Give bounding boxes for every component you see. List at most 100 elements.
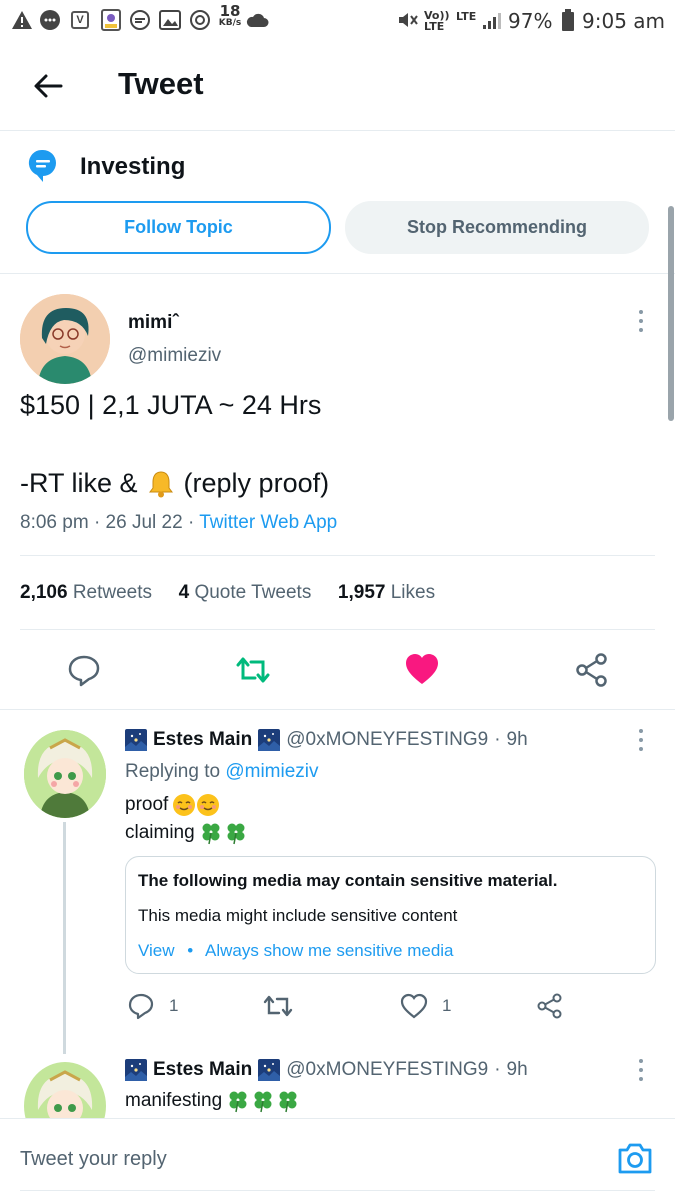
replying-to: Replying to @mimieziv bbox=[125, 761, 319, 783]
page-title: Tweet bbox=[118, 66, 204, 101]
reply-input[interactable]: Tweet your reply bbox=[20, 1148, 167, 1171]
replying-to-handle[interactable]: @mimieziv bbox=[225, 761, 318, 782]
share-icon bbox=[576, 653, 607, 687]
app-badge-icon bbox=[98, 8, 124, 32]
topic-icon bbox=[28, 148, 58, 184]
reply-more-icon[interactable] bbox=[638, 1059, 644, 1081]
topic-divider bbox=[0, 273, 675, 274]
likes-stat[interactable]: 1,957 Likes bbox=[338, 582, 435, 603]
scrollbar-thumb[interactable] bbox=[668, 206, 674, 421]
tweet-author-handle[interactable]: @mimieziv bbox=[128, 345, 221, 367]
tweet-stats-divider bbox=[20, 629, 655, 630]
reply-action-like[interactable]: 1 bbox=[400, 993, 451, 1019]
header-divider bbox=[0, 130, 675, 131]
message-icon bbox=[128, 8, 152, 32]
v-app-icon: V bbox=[68, 8, 92, 32]
chat-bubble-icon bbox=[38, 8, 62, 32]
quotes-stat[interactable]: 4 Quote Tweets bbox=[179, 582, 312, 603]
reply-age: 9h bbox=[506, 1059, 528, 1080]
reply-header: Estes Main @0xMONEYFESTING9 · 9h bbox=[125, 1059, 528, 1081]
always-show-sensitive-link[interactable]: Always show me sensitive media bbox=[205, 941, 453, 960]
reply-button[interactable] bbox=[66, 652, 102, 688]
lte-indicator: LTE bbox=[456, 10, 477, 23]
warning-icon bbox=[10, 8, 34, 32]
battery-percent: 97% bbox=[508, 9, 553, 33]
four-leaf-clover-emoji-icon bbox=[202, 823, 245, 845]
reply-action-retweet[interactable] bbox=[262, 992, 294, 1025]
reply-action-reply[interactable]: 1 bbox=[127, 992, 178, 1020]
view-sensitive-link[interactable]: View bbox=[138, 941, 175, 960]
reply-icon bbox=[68, 655, 100, 687]
reply-avatar[interactable] bbox=[24, 1062, 106, 1118]
topic-name: Investing bbox=[80, 153, 186, 180]
quotes-label: Quote Tweets bbox=[194, 582, 312, 603]
heart-filled-icon bbox=[406, 654, 438, 684]
status-bar: V 18 KB/s Vo)) LTE LTE 97% 9:05 am bbox=[0, 0, 675, 44]
tweet-author-name[interactable]: mimiˆ bbox=[128, 312, 179, 334]
heart-outline-icon bbox=[400, 993, 428, 1019]
action-bar-divider bbox=[0, 709, 675, 710]
tweet-text-line1: $150 | 2,1 JUTA ~ 24 Hrs bbox=[20, 390, 322, 420]
reply-text-line1: proof bbox=[125, 793, 220, 817]
retweet-icon bbox=[263, 995, 293, 1017]
tweet-time: 8:06 pm bbox=[20, 512, 89, 533]
reply-age: 9h bbox=[506, 729, 528, 750]
relieved-face-emoji-icon bbox=[173, 794, 220, 816]
replying-to-label: Replying to bbox=[125, 761, 221, 782]
tweet-meta: 8:06 pm · 26 Jul 22 · Twitter Web App bbox=[20, 512, 338, 533]
reply-text-proof: proof bbox=[125, 794, 169, 815]
clock: 9:05 am bbox=[582, 9, 666, 33]
back-button[interactable] bbox=[28, 68, 68, 104]
tweet-stats: 2,106 Retweets 4 Quote Tweets 1,957 Like… bbox=[20, 582, 435, 604]
retweet-button[interactable] bbox=[234, 652, 272, 688]
retweets-stat[interactable]: 2,106 Retweets bbox=[20, 582, 152, 603]
retweet-icon bbox=[236, 657, 270, 683]
back-arrow-icon bbox=[34, 74, 63, 98]
bell-emoji-icon bbox=[148, 470, 173, 497]
share-button[interactable] bbox=[574, 652, 610, 688]
reply-icon bbox=[128, 993, 154, 1020]
camera-button[interactable] bbox=[616, 1140, 654, 1176]
signal-icon bbox=[480, 8, 504, 32]
likes-count: 1,957 bbox=[337, 582, 386, 603]
tweet-meta-divider bbox=[20, 555, 655, 556]
sensitive-title: The following media may contain sensitiv… bbox=[138, 871, 558, 890]
four-leaf-clover-emoji-icon bbox=[229, 1091, 297, 1113]
tweet-date: 26 Jul 22 bbox=[105, 512, 183, 533]
volte-indicator: Vo)) LTE bbox=[424, 9, 450, 33]
reply-more-icon[interactable] bbox=[638, 729, 644, 751]
battery-icon bbox=[558, 8, 578, 32]
tweet-more-icon[interactable] bbox=[638, 310, 644, 332]
stop-recommending-button[interactable]: Stop Recommending bbox=[345, 201, 649, 254]
sensitive-media-card: The following media may contain sensitiv… bbox=[125, 856, 656, 974]
retweets-count: 2,106 bbox=[20, 582, 68, 603]
share-icon bbox=[537, 993, 562, 1019]
like-count: 1 bbox=[442, 996, 452, 1015]
reply-action-share[interactable] bbox=[536, 992, 564, 1025]
image-icon bbox=[158, 8, 182, 32]
follow-topic-button[interactable]: Follow Topic bbox=[26, 201, 331, 254]
avatar[interactable] bbox=[20, 294, 110, 384]
reply-author-name[interactable]: Estes Main bbox=[153, 1059, 252, 1081]
reply-author-handle[interactable]: @0xMONEYFESTING9 bbox=[286, 729, 488, 751]
sensitive-body: This media might include sensitive conte… bbox=[138, 906, 458, 925]
tweet-text-part-b: (reply proof) bbox=[183, 468, 330, 498]
reply-author-handle[interactable]: @0xMONEYFESTING9 bbox=[286, 1059, 488, 1081]
reply-text-manifesting: manifesting bbox=[125, 1090, 223, 1111]
reply-text-line2: claiming bbox=[125, 821, 249, 845]
reply-avatar[interactable] bbox=[24, 730, 106, 818]
data-saver-icon bbox=[188, 8, 212, 32]
thread-line bbox=[63, 822, 66, 1054]
tweet-text-line2: -RT like & (reply proof) bbox=[20, 468, 329, 499]
reply-text-claiming: claiming bbox=[125, 822, 195, 843]
cloud-icon bbox=[244, 8, 270, 32]
reply-header: Estes Main @0xMONEYFESTING9 · 9h bbox=[125, 729, 528, 751]
night-sky-emoji-icon bbox=[258, 729, 281, 751]
reply-composer: Tweet your reply bbox=[0, 1118, 675, 1200]
network-speed-value: 18 bbox=[219, 2, 241, 20]
like-button[interactable] bbox=[404, 652, 440, 686]
tweet-source[interactable]: Twitter Web App bbox=[199, 512, 337, 533]
mute-icon bbox=[396, 8, 420, 32]
reply-count: 1 bbox=[169, 996, 179, 1015]
reply-author-name[interactable]: Estes Main bbox=[153, 729, 252, 751]
